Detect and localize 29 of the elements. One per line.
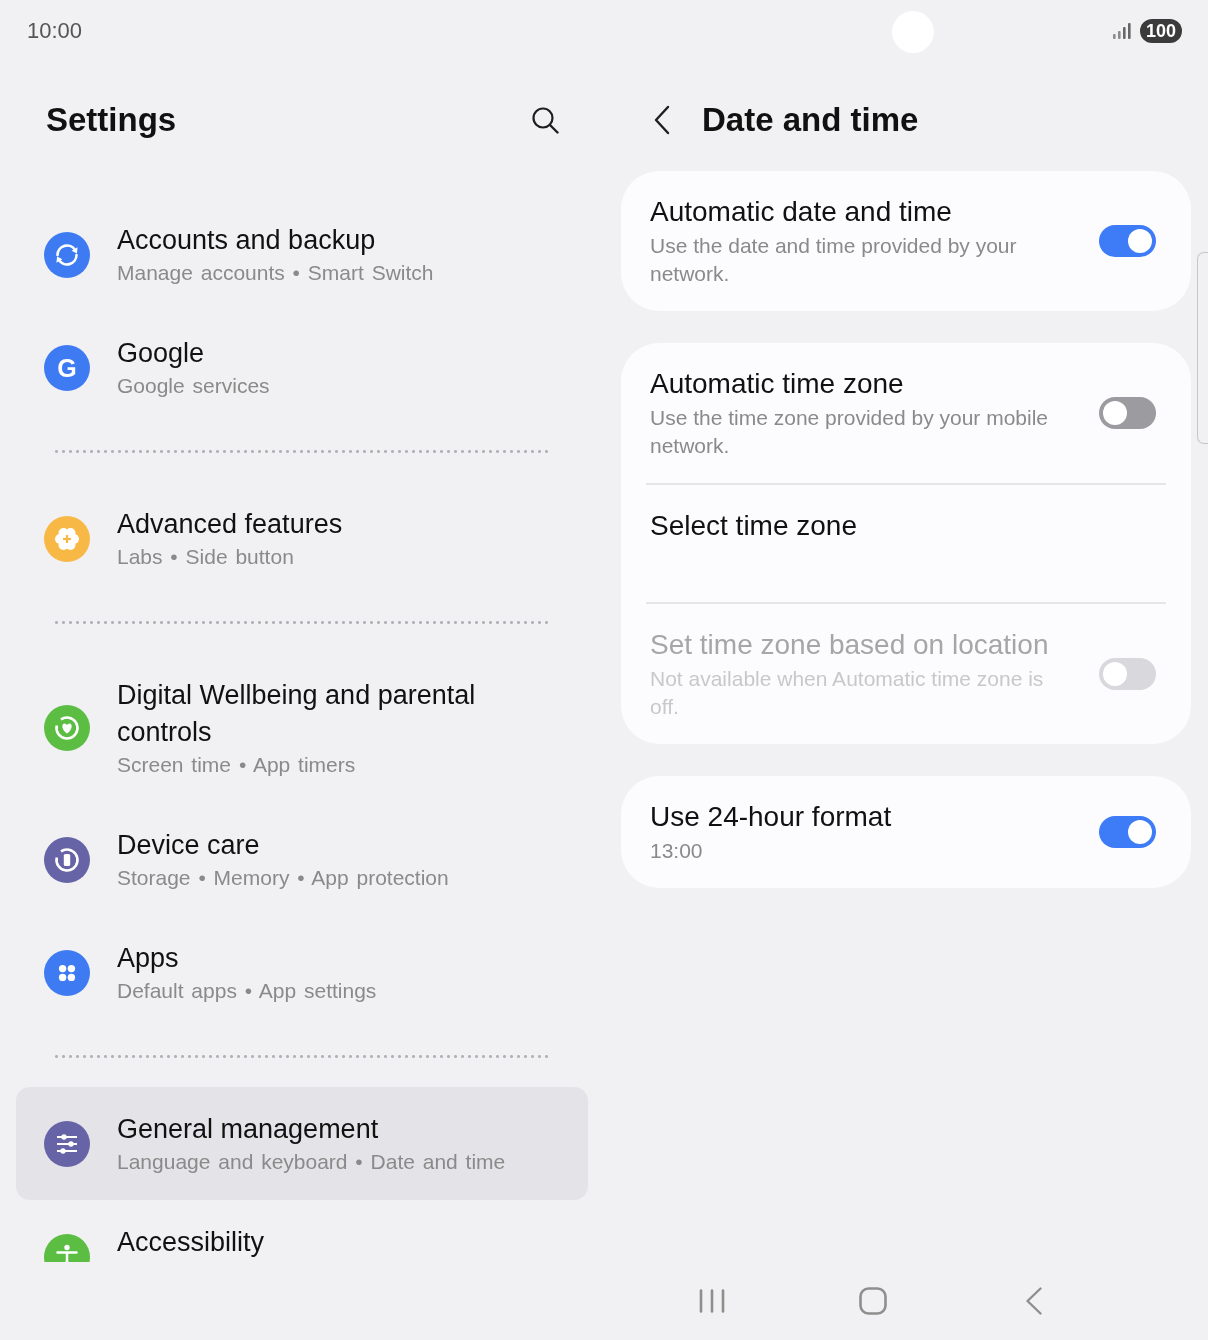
- toggle-switch[interactable]: [1099, 816, 1156, 848]
- settings-item[interactable]: Accounts and backup Manage accounts • Smart Switch: [16, 198, 588, 311]
- setting-subtitle: 13:00: [650, 838, 703, 864]
- recents-icon[interactable]: [698, 1289, 725, 1313]
- toggle-switch[interactable]: [1099, 397, 1156, 429]
- settings-item[interactable]: Digital Wellbeing and parental controls Screen time • App timers: [16, 653, 588, 803]
- pane-title: Settings: [46, 101, 177, 139]
- settings-item[interactable]: Accessibility: [16, 1200, 588, 1262]
- settings-item[interactable]: General management Language and keyboard • Date and time: [16, 1087, 588, 1200]
- letter-icon: G: [44, 344, 90, 391]
- home-icon[interactable]: [858, 1287, 887, 1315]
- setting-title: Set time zone based on location: [650, 628, 1049, 662]
- back-icon[interactable]: [654, 105, 670, 135]
- settings-item[interactable]: Device care Storage • Memory • App protection: [16, 803, 588, 916]
- pane-title: Date and time: [702, 101, 919, 139]
- search-icon[interactable]: [531, 106, 559, 134]
- setting-subtitle: Use the time zone provided by your mobile network.: [650, 405, 1050, 459]
- setting-title: Automatic date and time: [650, 195, 952, 229]
- setting-subtitle: Use the date and time provided by your network.: [650, 233, 1018, 287]
- setting-title: Automatic time zone: [650, 367, 904, 401]
- toggle-switch[interactable]: [1099, 225, 1156, 257]
- battery-indicator: 100: [1139, 19, 1182, 43]
- setting-title[interactable]: Select time zone: [650, 508, 857, 544]
- setting-title: Use 24-hour format: [650, 800, 892, 834]
- settings-item[interactable]: Advanced features Labs • Side button: [16, 482, 588, 595]
- settings-item[interactable]: Apps Default apps • App settings: [16, 916, 588, 1029]
- status-time: 10:00: [27, 18, 83, 44]
- settings-item[interactable]: G Google Google services: [16, 311, 588, 424]
- signal-icon: [1112, 23, 1131, 39]
